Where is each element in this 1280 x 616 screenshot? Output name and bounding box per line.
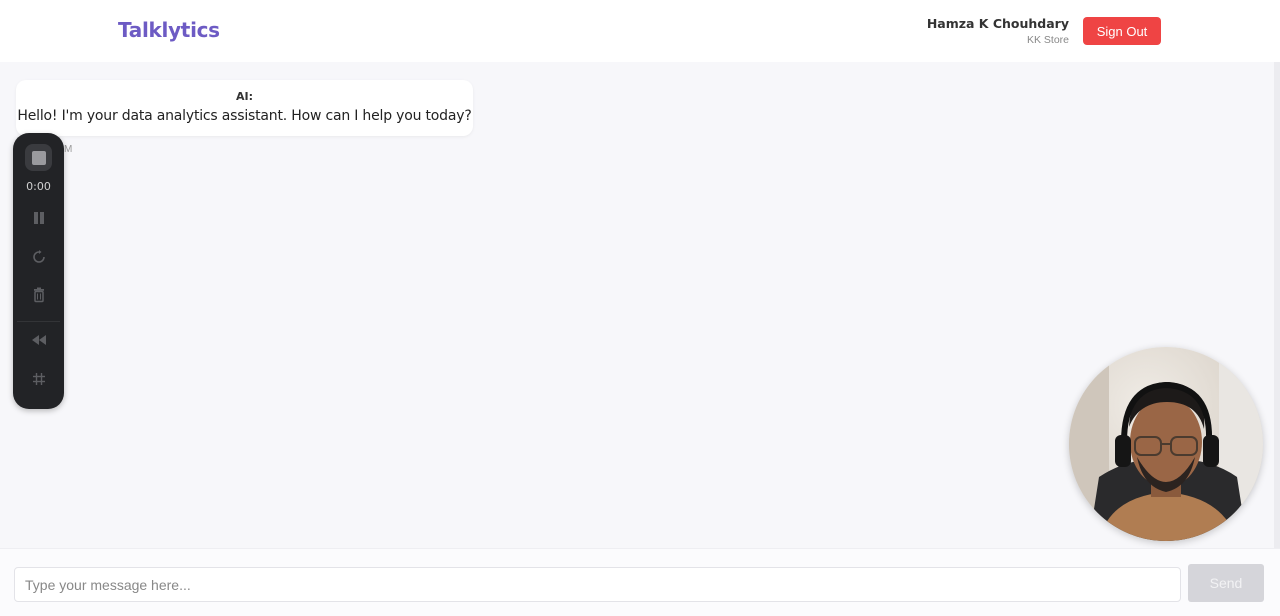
- ai-message-bubble: AI: Hello! I'm your data analytics assis…: [16, 80, 473, 136]
- rewind-icon: [31, 334, 46, 345]
- grid-button[interactable]: [25, 365, 52, 392]
- user-name: Hamza K Chouhdary: [926, 16, 1069, 31]
- webcam-overlay[interactable]: [1069, 347, 1263, 541]
- recorder-divider: [17, 321, 60, 322]
- stop-recording-button[interactable]: [25, 144, 52, 171]
- delete-icon: [33, 287, 44, 302]
- chat-scrollbar[interactable]: [1274, 62, 1280, 548]
- pause-icon: [33, 211, 44, 224]
- store-name: KK Store: [1026, 34, 1069, 46]
- send-button[interactable]: Send: [1188, 564, 1264, 602]
- message-text: Hello! I'm your data analytics assistant…: [17, 108, 472, 124]
- message-sender: AI:: [235, 90, 253, 103]
- stop-icon: [31, 150, 46, 165]
- pause-button[interactable]: [25, 204, 52, 231]
- top-bar: Talklytics Hamza K Chouhdary KK Store Si…: [0, 0, 1280, 62]
- restart-button[interactable]: [25, 243, 52, 270]
- recording-timer: 0:00: [26, 180, 51, 193]
- message-input[interactable]: [14, 567, 1181, 602]
- hash-grid-icon: [32, 372, 45, 385]
- webcam-person-image: [1069, 347, 1263, 541]
- user-info: Hamza K Chouhdary KK Store: [927, 16, 1069, 46]
- delete-button[interactable]: [25, 281, 52, 308]
- message-timestamp: M: [64, 144, 73, 155]
- sign-out-button[interactable]: Sign Out: [1083, 17, 1161, 45]
- screen-recorder-panel: 0:00: [13, 133, 64, 409]
- app-logo: Talklytics: [118, 18, 220, 42]
- restart-icon: [32, 249, 45, 263]
- rewind-button[interactable]: [25, 326, 52, 353]
